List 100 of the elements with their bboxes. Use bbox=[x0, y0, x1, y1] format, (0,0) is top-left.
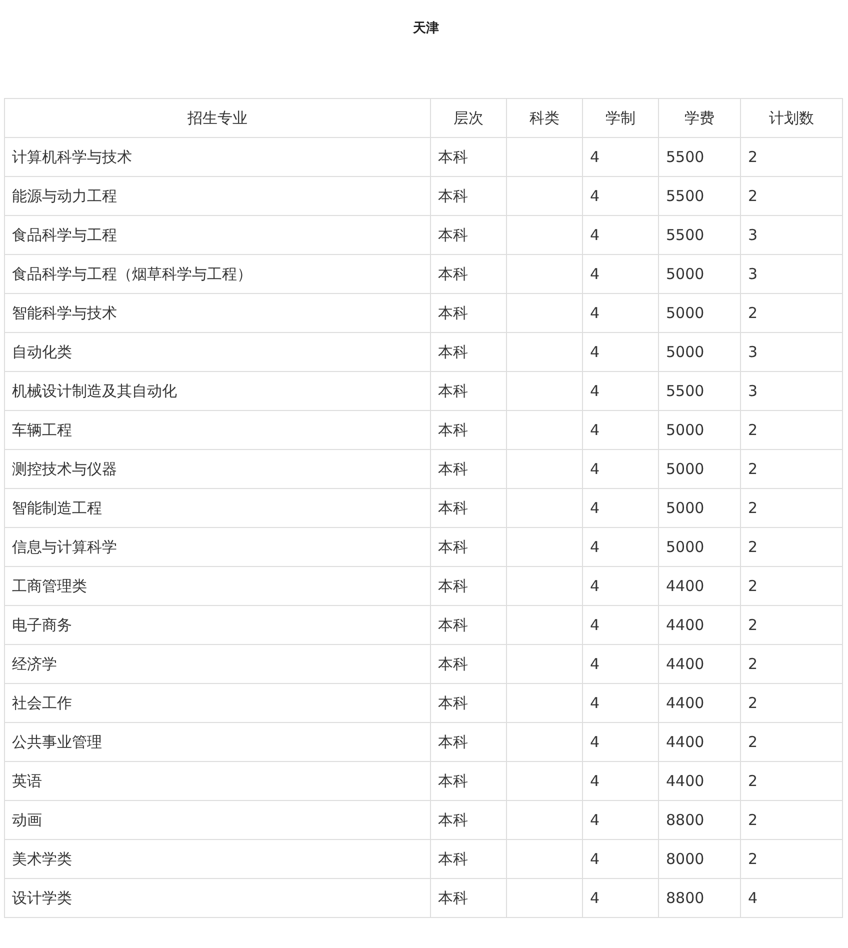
table-cell: 4 bbox=[582, 644, 658, 684]
table-cell: 5500 bbox=[658, 372, 740, 410]
table-cell: 本科 bbox=[430, 294, 506, 332]
table-cell: 本科 bbox=[430, 176, 506, 216]
table-cell: 2 bbox=[740, 684, 842, 722]
table-cell: 2 bbox=[740, 762, 842, 800]
table-cell: 8800 bbox=[658, 800, 740, 840]
table-cell: 8800 bbox=[658, 878, 740, 918]
column-header: 层次 bbox=[430, 98, 506, 138]
table-cell: 5000 bbox=[658, 332, 740, 372]
table-cell: 4 bbox=[582, 254, 658, 294]
table-cell: 4 bbox=[582, 800, 658, 840]
table-cell: 美术学类 bbox=[4, 840, 430, 878]
table-cell: 自动化类 bbox=[4, 332, 430, 372]
table-cell: 本科 bbox=[430, 528, 506, 566]
table-cell: 8000 bbox=[658, 840, 740, 878]
table-cell: 3 bbox=[740, 254, 842, 294]
table-cell: 2 bbox=[740, 800, 842, 840]
table-cell: 测控技术与仪器 bbox=[4, 450, 430, 488]
table-cell: 5000 bbox=[658, 254, 740, 294]
table-cell: 2 bbox=[740, 606, 842, 644]
table-cell: 2 bbox=[740, 176, 842, 216]
table-cell: 2 bbox=[740, 840, 842, 878]
table-cell: 英语 bbox=[4, 762, 430, 800]
column-header: 学费 bbox=[658, 98, 740, 138]
table-cell: 本科 bbox=[430, 800, 506, 840]
table-cell: 5500 bbox=[658, 138, 740, 176]
table-cell: 5000 bbox=[658, 450, 740, 488]
table-cell: 4 bbox=[582, 488, 658, 528]
table-cell: 4 bbox=[582, 450, 658, 488]
table-cell: 工商管理类 bbox=[4, 566, 430, 606]
table-cell: 食品科学与工程 bbox=[4, 216, 430, 254]
column-header: 计划数 bbox=[740, 98, 842, 138]
table-cell: 本科 bbox=[430, 372, 506, 410]
table-cell: 食品科学与工程（烟草科学与工程） bbox=[4, 254, 430, 294]
table-cell: 4 bbox=[582, 762, 658, 800]
table-cell: 机械设计制造及其自动化 bbox=[4, 372, 430, 410]
table-cell: 动画 bbox=[4, 800, 430, 840]
table-cell: 2 bbox=[740, 566, 842, 606]
table-cell: 2 bbox=[740, 410, 842, 450]
table-cell: 4400 bbox=[658, 566, 740, 606]
table-cell: 计算机科学与技术 bbox=[4, 138, 430, 176]
table-cell: 电子商务 bbox=[4, 606, 430, 644]
table-cell: 3 bbox=[740, 332, 842, 372]
table-cell: 本科 bbox=[430, 216, 506, 254]
table-cell: 4 bbox=[582, 684, 658, 722]
table-cell: 4400 bbox=[658, 722, 740, 762]
table-cell: 4 bbox=[740, 878, 842, 918]
table-cell: 4400 bbox=[658, 684, 740, 722]
table-cell: 5000 bbox=[658, 410, 740, 450]
table-cell: 本科 bbox=[430, 878, 506, 918]
column-header: 招生专业 bbox=[4, 98, 430, 138]
table-cell: 能源与动力工程 bbox=[4, 176, 430, 216]
table-cell: 4 bbox=[582, 372, 658, 410]
table-cell: 本科 bbox=[430, 410, 506, 450]
table-cell: 4 bbox=[582, 294, 658, 332]
table-cell: 4 bbox=[582, 566, 658, 606]
table-cell: 2 bbox=[740, 294, 842, 332]
table-cell: 2 bbox=[740, 528, 842, 566]
table-cell: 5000 bbox=[658, 528, 740, 566]
table-cell: 本科 bbox=[430, 762, 506, 800]
table-cell: 4 bbox=[582, 528, 658, 566]
table-cell: 4 bbox=[582, 138, 658, 176]
table-cell: 公共事业管理 bbox=[4, 722, 430, 762]
table-cell: 4 bbox=[582, 216, 658, 254]
table-cell: 智能科学与技术 bbox=[4, 294, 430, 332]
table-cell: 4400 bbox=[658, 644, 740, 684]
table-cell: 本科 bbox=[430, 606, 506, 644]
table-cell: 5000 bbox=[658, 488, 740, 528]
table-cell: 本科 bbox=[430, 684, 506, 722]
table-cell: 5500 bbox=[658, 176, 740, 216]
table-cell: 4 bbox=[582, 410, 658, 450]
table-cell: 4400 bbox=[658, 606, 740, 644]
table-cell: 3 bbox=[740, 372, 842, 410]
table-cell: 社会工作 bbox=[4, 684, 430, 722]
table-cell: 2 bbox=[740, 722, 842, 762]
table-cell: 本科 bbox=[430, 254, 506, 294]
table-cell: 车辆工程 bbox=[4, 410, 430, 450]
table-cell: 4 bbox=[582, 332, 658, 372]
table-cell: 4 bbox=[582, 722, 658, 762]
table-cell: 5000 bbox=[658, 294, 740, 332]
table-cell: 2 bbox=[740, 138, 842, 176]
table-cell: 本科 bbox=[430, 644, 506, 684]
table-cell: 2 bbox=[740, 450, 842, 488]
table-cell: 信息与计算科学 bbox=[4, 528, 430, 566]
table-cell: 4 bbox=[582, 606, 658, 644]
table-cell: 本科 bbox=[430, 722, 506, 762]
table-cell: 本科 bbox=[430, 566, 506, 606]
table-cell: 2 bbox=[740, 644, 842, 684]
table-cell: 设计学类 bbox=[4, 878, 430, 918]
table-cell: 智能制造工程 bbox=[4, 488, 430, 528]
table-cell: 本科 bbox=[430, 488, 506, 528]
column-header: 学制 bbox=[582, 98, 658, 138]
table-cell: 本科 bbox=[430, 840, 506, 878]
table-cell: 5500 bbox=[658, 216, 740, 254]
table-cell: 3 bbox=[740, 216, 842, 254]
table-cell: 本科 bbox=[430, 450, 506, 488]
page-title: 天津 bbox=[412, 20, 440, 38]
table-cell: 2 bbox=[740, 488, 842, 528]
table-cell: 本科 bbox=[430, 332, 506, 372]
